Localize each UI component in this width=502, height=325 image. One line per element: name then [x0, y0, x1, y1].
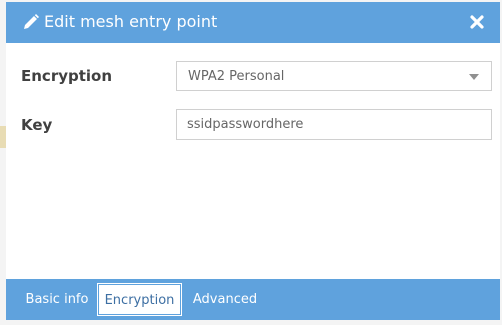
- tab-encryption[interactable]: Encryption: [97, 283, 182, 316]
- dialog-title: Edit mesh entry point: [44, 12, 218, 31]
- encryption-select[interactable]: WPA2 Personal: [176, 61, 492, 91]
- tab-advanced[interactable]: Advanced: [186, 284, 264, 315]
- tab-basic-info[interactable]: Basic info: [16, 284, 98, 315]
- pencil-icon: [24, 14, 39, 29]
- close-icon[interactable]: [468, 13, 486, 31]
- chevron-down-icon: [469, 74, 479, 80]
- dialog-header: Edit mesh entry point: [6, 2, 500, 43]
- tab-bar: Basic info Encryption Advanced: [6, 279, 500, 320]
- key-label: Key: [21, 116, 53, 134]
- encryption-select-value: WPA2 Personal: [188, 69, 285, 84]
- edit-mesh-entry-dialog: Edit mesh entry point Encryption WPA2 Pe…: [6, 2, 500, 320]
- encryption-label: Encryption: [21, 67, 113, 85]
- key-input[interactable]: [176, 109, 492, 140]
